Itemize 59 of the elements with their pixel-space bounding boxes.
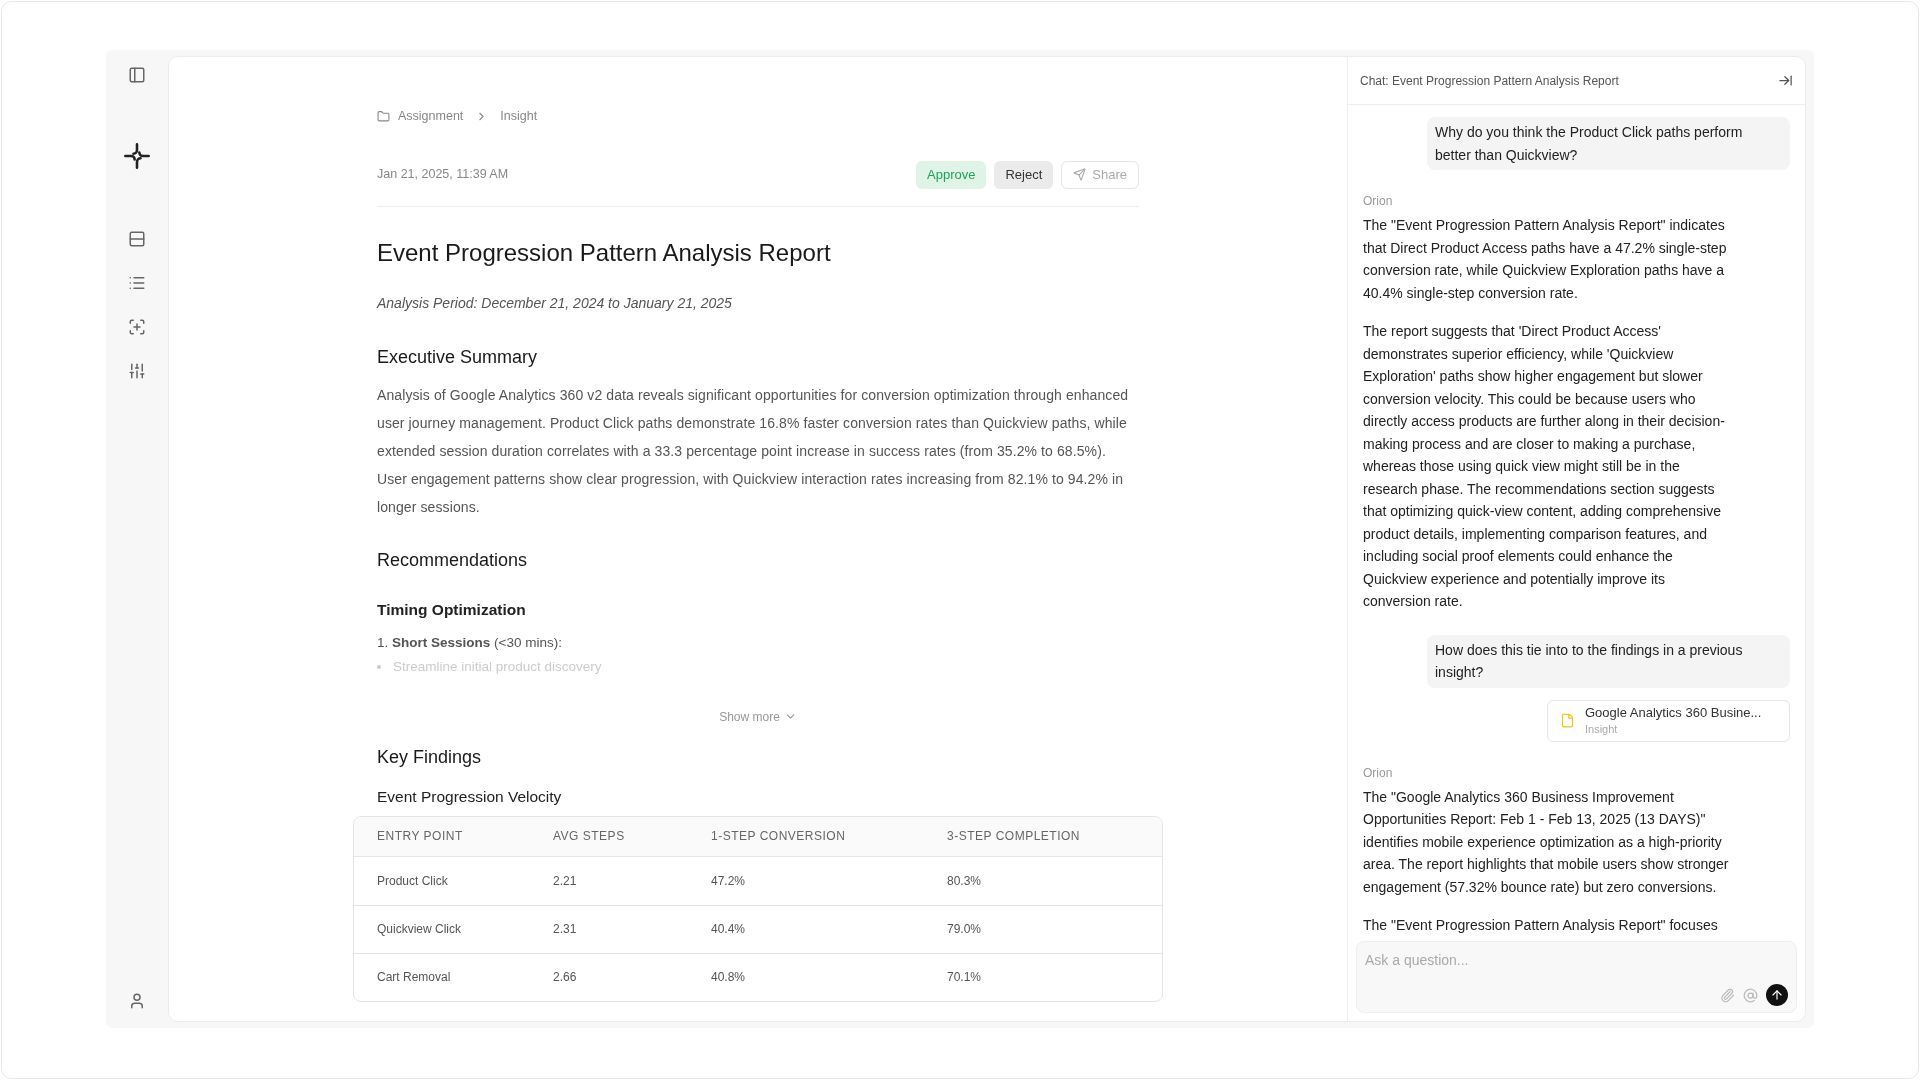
sidebar-toggle-icon[interactable] bbox=[128, 66, 146, 84]
table-cell-text: 2.66 bbox=[553, 969, 578, 987]
sliders-icon[interactable] bbox=[128, 362, 146, 380]
table-title: Event Progression Velocity bbox=[377, 786, 563, 807]
stack-icon[interactable] bbox=[128, 230, 146, 248]
chat-title: Chat: Event Progression Pattern Analysis Report bbox=[1360, 72, 1619, 90]
subsection-heading: Timing Optimization bbox=[377, 599, 527, 620]
section-heading: Recommendations bbox=[377, 548, 529, 572]
table-cell-text: Quickview Click bbox=[377, 921, 462, 939]
question-field[interactable]: Ask a question... bbox=[1365, 950, 1788, 971]
document-icon bbox=[1560, 713, 1575, 728]
attachment-title: Google Analytics 360 Busine... bbox=[1585, 704, 1762, 721]
user-message: How does this tie into to the findings in a previous insight? bbox=[1427, 634, 1790, 688]
logo-icon bbox=[123, 142, 151, 170]
numbered-item: 1. Short Sessions (<30 mins): bbox=[377, 634, 563, 652]
chat-input-box[interactable]: Ask a question... bbox=[1356, 941, 1797, 1013]
section-heading: Key Findings bbox=[377, 745, 483, 769]
attachment-card[interactable]: Google Analytics 360 Busine... Insight bbox=[1547, 699, 1790, 742]
author-label: Orion bbox=[1363, 193, 1394, 210]
section-heading: Executive Summary bbox=[377, 345, 539, 369]
user-icon[interactable] bbox=[128, 992, 146, 1010]
list-icon[interactable] bbox=[128, 274, 146, 292]
arrow-up-icon bbox=[1770, 988, 1784, 1002]
approve-button[interactable]: Approve bbox=[916, 160, 987, 189]
column-header: 1-STEP CONVERSION bbox=[711, 828, 847, 846]
analysis-period: Analysis Period: December 21, 2024 to January 21, 2025 bbox=[377, 293, 733, 313]
summary-paragraph: Analysis of Google Analytics 360 v2 data reveals significant opportunities for conversion optimization through enhanced user journey management. Product Click paths demonstrate 16.8% faster conversion rates than Quickview paths, while extended session duration correlates with a 33.3 percentage point increase in success rates (from 35.2% to 68.5%). User engagement patterns show clear progression, with Quickview interaction rates increasing from 82.1% to 94.2% in longer sessions. bbox=[377, 385, 1130, 517]
share-button[interactable]: Share bbox=[1061, 160, 1139, 189]
reject-button[interactable]: Reject bbox=[994, 160, 1054, 189]
send-button[interactable] bbox=[1766, 984, 1788, 1006]
collapse-panel-icon[interactable] bbox=[1778, 73, 1793, 88]
breadcrumb-link[interactable]: Insight bbox=[500, 107, 538, 126]
author-label: Orion bbox=[1363, 764, 1394, 782]
table-cell-text: 79.0% bbox=[947, 921, 983, 939]
breadcrumb-link[interactable]: Assignment bbox=[398, 107, 464, 126]
column-header: ENTRY POINT bbox=[377, 828, 464, 846]
table-cell-text: Product Click bbox=[377, 872, 449, 890]
attachment-type: Insight bbox=[1585, 721, 1619, 737]
table-cell-text: 47.2% bbox=[711, 872, 747, 890]
table-cell-text: 40.4% bbox=[711, 921, 747, 939]
user-message: Why do you think the Product Click paths perform better than Quickview? bbox=[1427, 117, 1790, 170]
table-cell-text: 70.1% bbox=[947, 969, 983, 987]
assistant-message: The "Google Analytics 360 Business Improvement Opportunities Report: Feb 1 - Feb 13, 2025 (13 DAYS)" identifies mobile experience optimization as a high-priority area. The report highlights that mobile users show stronger engagement (57.32% bounce rate) but zero conversions. bbox=[1363, 787, 1730, 897]
table-cell-text: 2.21 bbox=[553, 872, 578, 890]
send-icon bbox=[1073, 168, 1087, 182]
assistant-message: The "Event Progression Pattern Analysis Report" focuses bbox=[1363, 916, 1719, 935]
report-title: Event Progression Pattern Analysis Report bbox=[377, 237, 832, 268]
table-cell-text: 80.3% bbox=[947, 872, 983, 890]
show-more-button[interactable]: Show more bbox=[719, 707, 797, 726]
assistant-message: The "Event Progression Pattern Analysis Report" indicates that Direct Product Access paths have a 47.2% single-step conversion rate, while Quickview Exploration paths have a 40.4% single-step conversion rate. bbox=[1363, 216, 1728, 303]
column-header: AVG STEPS bbox=[553, 828, 626, 846]
scan-icon[interactable] bbox=[128, 318, 146, 336]
report-date: Jan 21, 2025, 11:39 AM bbox=[377, 166, 509, 184]
assistant-message: The report suggests that 'Direct Product Access' demonstrates superior efficiency, while 'Quickview Exploration' paths show higher engagement but slower conversion velocity. This could be because users who directly access products are further along in their decision-making process and are closer to making a purchase, whereas those using quick view might still be in the research phase. The recommendations section suggests that optimizing quick-view content, adding comprehensive product details, implementing comparison features, and including social proof elements could enhance the Quickview experience and potentially improve its conversion rate. bbox=[1363, 322, 1726, 611]
table-cell-text: Cart Removal bbox=[377, 969, 452, 987]
table-cell-text: 40.8% bbox=[711, 969, 747, 987]
folder-icon bbox=[377, 109, 390, 123]
table-cell-text: 2.31 bbox=[553, 921, 578, 939]
column-header: 3-STEP COMPLETION bbox=[947, 828, 1081, 846]
